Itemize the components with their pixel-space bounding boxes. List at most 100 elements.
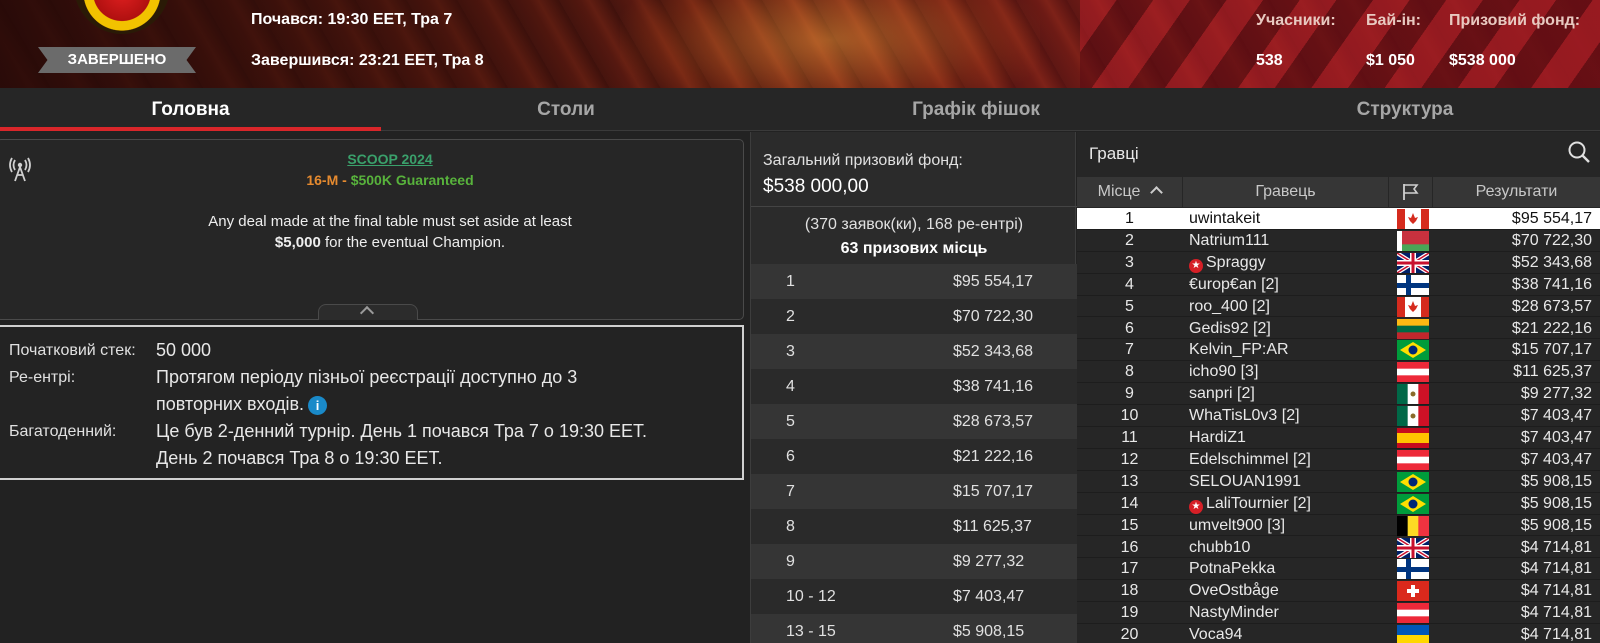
prize-row: 8 $11 625,37 [751,509,1077,544]
player-row[interactable]: 1 uwintakeit $95 554,17 [1077,208,1600,230]
player-position: 18 [1120,582,1139,600]
prize-place: 9 [786,553,795,570]
flag-icon [1403,184,1419,200]
player-row[interactable]: 10 WhaTisL0v3 [2] $7 403,47 [1077,405,1600,427]
collapse-toggle[interactable] [318,304,418,321]
player-row[interactable]: 3 ★ Spraggy $52 343,68 [1077,252,1600,274]
player-name: sanpri [2] [1189,385,1255,403]
player-result: $5 908,15 [1520,516,1592,534]
prize-amount: $9 277,32 [953,553,1025,570]
player-name-cell: uwintakeit [1189,208,1260,230]
prize-row: 7 $15 707,17 [751,474,1077,509]
scoop-logo-icon [74,0,170,34]
player-row[interactable]: 18 OveOstbåge $4 714,81 [1077,580,1600,603]
player-name-cell: WhaTisL0v3 [2] [1189,405,1300,427]
reentry-line1: Протягом періоду пізньої реєстрації дост… [156,367,578,387]
column-place[interactable]: Місце [1077,177,1182,207]
tab-structure[interactable]: Структура [1270,88,1540,131]
player-row[interactable]: 7 Kelvin_FP:AR $15 707,17 [1077,339,1600,362]
player-position: 9 [1125,385,1134,403]
player-name-cell: Gedis92 [2] [1189,318,1271,340]
deal-note-rest: for the eventual Champion. [324,234,506,251]
player-row[interactable]: 2 Natrium111 $70 722,30 [1077,230,1600,252]
country-flag-icon [1397,581,1429,602]
player-name-cell: Natrium111 [1189,230,1269,252]
country-flag-icon [1397,209,1429,229]
player-name-cell: icho90 [3] [1189,361,1258,383]
country-flag-icon [1397,471,1429,492]
country-flag-icon [1397,296,1429,317]
player-row[interactable]: 20 Voca94 $4 714,81 [1077,624,1600,643]
player-position: 12 [1120,450,1139,468]
player-name-cell: Edelschimmel [2] [1189,449,1311,471]
player-name: icho90 [3] [1189,363,1259,381]
player-row[interactable]: 4 €urop€an [2] $38 741,16 [1077,274,1600,296]
player-name: NastyMinder [1189,604,1279,622]
player-name: €urop€an [2] [1189,275,1279,293]
player-name: uwintakeit [1189,210,1261,227]
player-position: 11 [1121,429,1138,446]
player-row[interactable]: 11 HardiZ1 $7 403,47 [1077,427,1600,449]
player-row[interactable]: 17 PotnaPekka $4 714,81 [1077,558,1600,581]
prize-place: 1 [786,273,795,290]
player-row[interactable]: 9 sanpri [2] $9 277,32 [1077,383,1600,406]
prize-row: 3 $52 343,68 [751,334,1077,369]
player-row[interactable]: 8 icho90 [3] $11 625,37 [1077,361,1600,384]
prize-row: 2 $70 722,30 [751,299,1077,334]
player-name: Voca94 [1189,626,1243,643]
prizepool-value: $538 000 [1449,52,1516,69]
player-result: $4 714,81 [1520,604,1592,622]
prize-amount: $5 908,15 [953,623,1025,640]
player-row[interactable]: 19 NastyMinder $4 714,81 [1077,602,1600,625]
player-row[interactable]: 14 ★ LaliTournier [2] $5 908,15 [1077,493,1600,515]
prize-amount: $38 741,16 [953,378,1034,395]
player-name: Gedis92 [2] [1189,319,1271,337]
column-country[interactable] [1389,177,1432,207]
column-result[interactable]: Результати [1433,177,1600,207]
player-row[interactable]: 15 umvelt900 [3] $5 908,15 [1077,515,1600,537]
player-row[interactable]: 16 chubb10 $4 714,81 [1077,537,1600,559]
player-row[interactable]: 12 Edelschimmel [2] $7 403,47 [1077,449,1600,471]
player-row[interactable]: 5 roo_400 [2] $28 673,57 [1077,296,1600,318]
player-position: 3 [1125,253,1134,271]
column-player[interactable]: Гравець [1183,177,1388,207]
tab-chip-graph[interactable]: Графік фішок [826,88,1126,131]
player-result: $95 554,17 [1511,210,1592,227]
players-panel: Гравці Місце Гравець Результати 1 uwintak… [1077,132,1600,643]
search-icon[interactable] [1567,140,1591,164]
entries-summary: (370 заявок(ки), 168 ре-ентрі) [804,216,1024,233]
reentry-line2-text: повторних входів. [156,394,305,414]
player-result: $7 403,47 [1520,429,1592,446]
sort-ascending-icon [1150,186,1164,199]
player-name-cell: €urop€an [2] [1189,274,1279,296]
player-name: chubb10 [1189,538,1251,556]
info-icon[interactable]: i [308,395,328,415]
player-position: 6 [1125,319,1134,337]
player-row[interactable]: 6 Gedis92 [2] $21 222,16 [1077,318,1600,340]
player-name-cell: PotnaPekka [1189,558,1275,580]
tab-tables[interactable]: Столи [381,88,751,131]
player-name: umvelt900 [3] [1189,516,1286,534]
header-background-glow [620,0,1040,88]
series-link[interactable]: SCOOP 2024 [0,151,780,167]
player-name-cell: sanpri [2] [1189,383,1255,405]
country-flag-icon [1397,603,1429,624]
prize-row: 9 $9 277,32 [751,544,1077,579]
country-flag-icon [1397,274,1429,295]
prize-row: 1 $95 554,17 [751,264,1077,299]
player-result: $9 277,32 [1520,385,1592,403]
prize-place: 6 [786,448,795,465]
country-flag-icon [1397,428,1429,448]
prize-amount: $28 673,57 [953,413,1034,430]
deal-note-line2: $5,000 for the eventual Champion. [0,232,780,253]
prize-place: 4 [786,378,795,395]
country-flag-icon [1397,493,1429,514]
tab-bar: Головна Столи Графік фішок Структура [0,88,1600,131]
tab-main[interactable]: Головна [0,88,381,131]
player-name: OveOstbåge [1189,582,1279,600]
deal-note-line1: Any deal made at the final table must se… [208,213,572,230]
player-row[interactable]: 13 SELOUAN1991 $5 908,15 [1077,471,1600,493]
event-separator: - [342,172,347,188]
player-name-cell: umvelt900 [3] [1189,515,1285,537]
player-position: 19 [1120,604,1139,622]
